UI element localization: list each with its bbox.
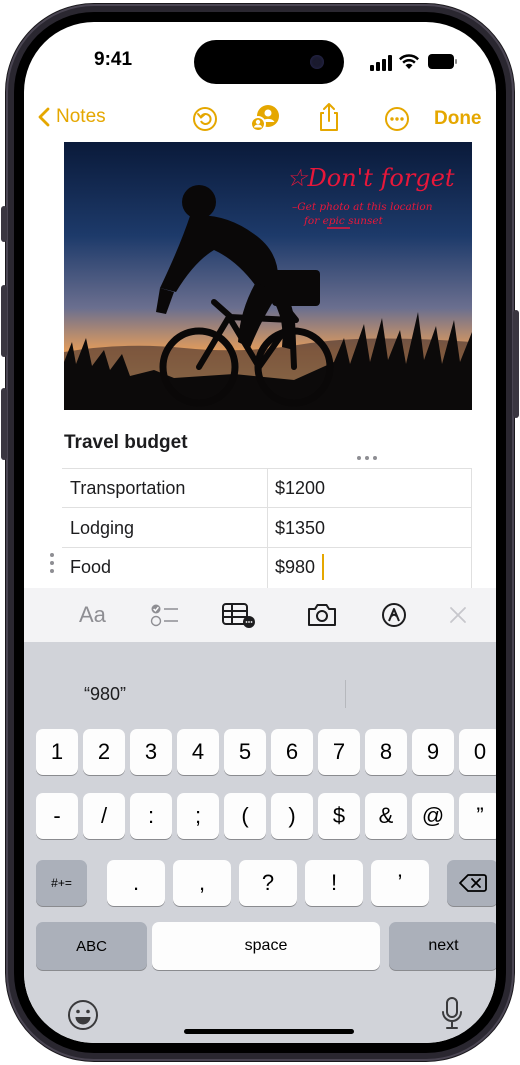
table-column-divider <box>267 468 268 590</box>
keyboard-key[interactable]: 3 <box>130 729 172 775</box>
action-button <box>1 206 7 242</box>
budget-table[interactable]: Transportation $1200 Lodging $1350 Food … <box>62 468 472 590</box>
next-key[interactable]: next <box>389 922 496 970</box>
emoji-icon[interactable] <box>67 999 99 1031</box>
battery-icon <box>428 54 458 69</box>
undo-icon[interactable] <box>192 106 218 132</box>
keyboard-key[interactable]: 7 <box>318 729 360 775</box>
back-button[interactable]: Notes <box>38 106 106 128</box>
keyboard-key[interactable]: / <box>83 793 125 839</box>
abc-key[interactable]: ABC <box>36 922 147 970</box>
symbols-key[interactable]: #+= <box>36 860 87 906</box>
space-key[interactable]: space <box>152 922 380 970</box>
keyboard-key[interactable]: 2 <box>83 729 125 775</box>
collaborate-icon[interactable] <box>250 104 282 132</box>
table-cell[interactable]: Food <box>70 557 111 578</box>
table-cell[interactable]: $1350 <box>275 518 325 539</box>
keyboard-key[interactable]: 8 <box>365 729 407 775</box>
table-cell[interactable]: $1200 <box>275 478 325 499</box>
cyclist-sunset-photo[interactable]: ☆Don't forget –Get photo at this locatio… <box>64 142 472 410</box>
keyboard-key[interactable]: ’ <box>371 860 429 906</box>
more-icon[interactable] <box>384 106 410 132</box>
wifi-icon <box>399 54 419 69</box>
table-cell[interactable]: Transportation <box>70 478 185 499</box>
microphone-icon[interactable] <box>441 996 463 1032</box>
annotation-line-1: –Get photo at this location <box>292 201 433 213</box>
delete-icon <box>458 874 487 892</box>
keyboard-key[interactable]: 5 <box>224 729 266 775</box>
delete-key[interactable] <box>447 860 496 906</box>
keyboard-key[interactable]: : <box>130 793 172 839</box>
keyboard-key[interactable]: ; <box>177 793 219 839</box>
keyboard-key[interactable]: @ <box>412 793 454 839</box>
keyboard-key[interactable]: 9 <box>412 729 454 775</box>
volume-up-button <box>1 285 7 357</box>
keyboard-key[interactable]: $ <box>318 793 360 839</box>
power-button <box>513 310 519 418</box>
text-cursor <box>322 554 324 580</box>
note-title: Travel budget <box>64 432 188 453</box>
table-cell[interactable]: Lodging <box>70 518 134 539</box>
home-indicator <box>184 1029 354 1034</box>
keyboard-key[interactable]: 6 <box>271 729 313 775</box>
keyboard-key[interactable]: . <box>107 860 165 906</box>
predictive-suggestion[interactable]: “980” <box>84 684 126 705</box>
close-icon[interactable] <box>448 605 468 625</box>
keyboard: “980” 1234567890 - /:;() $ & @” .,?!’ #+= AB… <box>24 642 496 1043</box>
table-cell-active[interactable]: $980 <box>275 557 315 578</box>
annotation-heading: ☆Don't forget <box>286 164 455 192</box>
keyboard-key[interactable]: & <box>365 793 407 839</box>
camera-icon[interactable] <box>306 603 338 627</box>
keyboard-key[interactable]: ) <box>271 793 313 839</box>
screen: 9:41 Notes Done ☆Don't forget –Get photo… <box>24 22 496 1043</box>
suggestion-divider <box>345 680 346 708</box>
keyboard-key[interactable]: - <box>36 793 78 839</box>
keyboard-key[interactable]: ” <box>459 793 496 839</box>
keyboard-key[interactable]: ( <box>224 793 266 839</box>
keyboard-key[interactable]: , <box>173 860 231 906</box>
checklist-icon[interactable] <box>150 602 180 628</box>
table-row-handle[interactable] <box>50 553 54 573</box>
back-label: Notes <box>56 106 106 127</box>
keyboard-key[interactable]: 0 <box>459 729 496 775</box>
annotation-line-2: for epic sunset <box>303 215 384 227</box>
table-icon[interactable] <box>221 601 257 629</box>
format-toolbar: Aa <box>24 588 496 642</box>
keyboard-key[interactable]: 4 <box>177 729 219 775</box>
cellular-signal-icon <box>370 55 392 71</box>
volume-down-button <box>1 388 7 460</box>
table-right-border <box>471 468 472 590</box>
front-camera <box>310 55 324 69</box>
text-format-button[interactable]: Aa <box>79 602 106 628</box>
chevron-left-icon <box>38 107 50 127</box>
keyboard-key[interactable]: ! <box>305 860 363 906</box>
keyboard-key[interactable]: 1 <box>36 729 78 775</box>
markup-icon[interactable] <box>381 602 407 628</box>
status-time: 9:41 <box>94 49 133 70</box>
table-column-handle[interactable] <box>357 456 377 460</box>
done-button[interactable]: Done <box>434 108 482 130</box>
photo-image: ☆Don't forget –Get photo at this locatio… <box>64 142 472 410</box>
keyboard-key[interactable]: ? <box>239 860 297 906</box>
share-icon[interactable] <box>318 102 340 132</box>
